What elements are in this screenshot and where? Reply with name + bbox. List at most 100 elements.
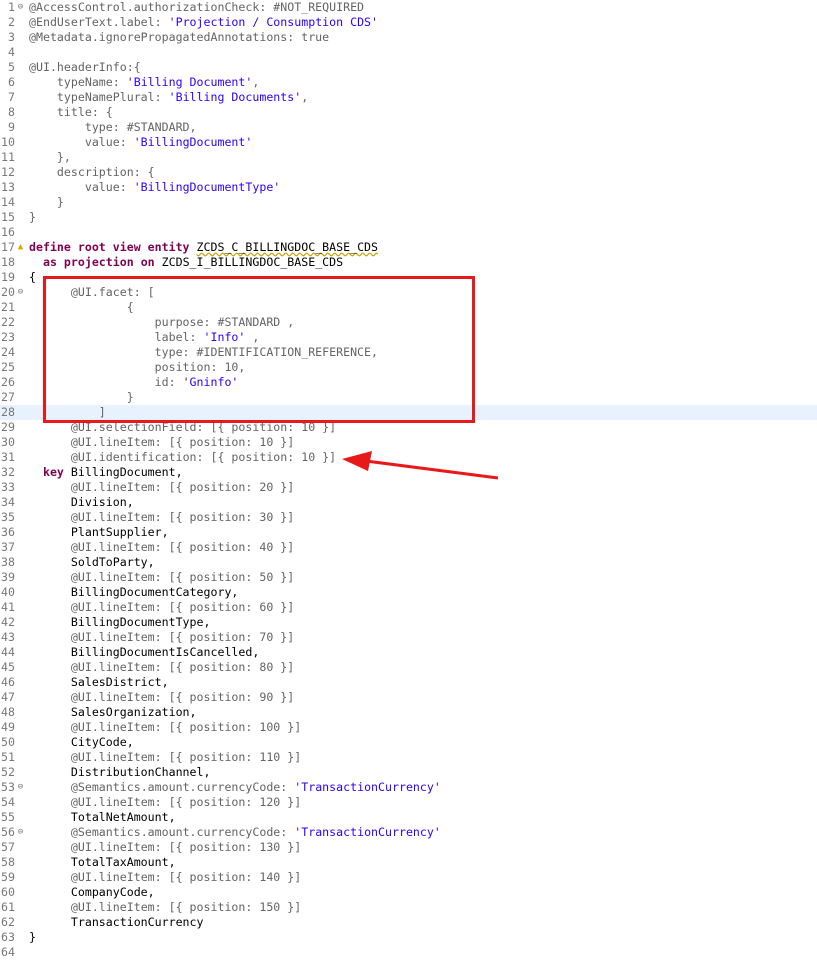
line-number: 5 — [8, 60, 15, 74]
line-number: 56 — [1, 825, 15, 839]
code-line[interactable]: 4 — [0, 45, 817, 60]
code-line[interactable]: 50 CityCode, — [0, 735, 817, 750]
code-line[interactable]: 51 @UI.lineItem: [{ position: 110 }] — [0, 750, 817, 765]
line-number: 61 — [1, 900, 15, 914]
code-line[interactable]: 11 }, — [0, 150, 817, 165]
code-line[interactable]: 8 title: { — [0, 105, 817, 120]
code-line[interactable]: 61 @UI.lineItem: [{ position: 150 }] — [0, 900, 817, 915]
code-line[interactable]: 10 value: 'BillingDocument' — [0, 135, 817, 150]
line-number: 50 — [1, 735, 15, 749]
code-line[interactable]: 14 } — [0, 195, 817, 210]
line-number: 14 — [1, 195, 15, 209]
code-text: BillingDocumentType, — [29, 615, 211, 629]
code-text: SoldToParty, — [29, 555, 155, 569]
code-text: @UI.lineItem: [{ position: 140 }] — [70, 870, 302, 884]
code-line[interactable]: 12 description: { — [0, 165, 817, 180]
fold-toggle-icon[interactable]: ⊖ — [15, 0, 26, 15]
code-line[interactable]: 6 typeName: 'Billing Document', — [0, 75, 817, 90]
code-line[interactable]: 16 — [0, 225, 817, 240]
code-line[interactable]: 53 ⊖ @Semantics.amount.currencyCode: 'Tra… — [0, 780, 817, 795]
code-line[interactable]: 22 purpose: #STANDARD , — [0, 315, 817, 330]
code-line[interactable]: 34 Division, — [0, 495, 817, 510]
code-text: @Semantics.amount.currencyCode: 'Transac… — [70, 780, 441, 794]
code-text: type: #IDENTIFICATION_REFERENCE, — [29, 345, 379, 359]
code-line[interactable]: 48 SalesOrganization, — [0, 705, 817, 720]
code-line[interactable]: 19 { — [0, 270, 817, 285]
code-line[interactable]: 9 type: #STANDARD, — [0, 120, 817, 135]
code-line[interactable]: 39 @UI.lineItem: [{ position: 50 }] — [0, 570, 817, 585]
code-line[interactable]: 25 position: 10, — [0, 360, 817, 375]
code-line[interactable]: 26 id: 'Gninfo' — [0, 375, 817, 390]
code-line[interactable]: 28 ] — [0, 405, 817, 420]
code-line[interactable]: 60 CompanyCode, — [0, 885, 817, 900]
code-line[interactable]: 13 value: 'BillingDocumentType' — [0, 180, 817, 195]
code-line[interactable]: 47 @UI.lineItem: [{ position: 90 }] — [0, 690, 817, 705]
line-number: 44 — [1, 645, 15, 659]
code-line[interactable]: 30 @UI.lineItem: [{ position: 10 }] — [0, 435, 817, 450]
code-line[interactable]: 24 type: #IDENTIFICATION_REFERENCE, — [0, 345, 817, 360]
code-line[interactable]: 62 TransactionCurrency — [0, 915, 817, 930]
line-number: 43 — [1, 630, 15, 644]
code-line[interactable]: 55 TotalNetAmount, — [0, 810, 817, 825]
code-text: @UI.lineItem: [{ position: 20 }] — [70, 480, 295, 494]
code-line[interactable]: 23 label: 'Info' , — [0, 330, 817, 345]
code-line[interactable]: 59 @UI.lineItem: [{ position: 140 }] — [0, 870, 817, 885]
code-line[interactable]: 40 BillingDocumentCategory, — [0, 585, 817, 600]
code-line[interactable]: 21 { — [0, 300, 817, 315]
code-line[interactable]: 29 @UI.selectionField: [{ position: 10 }… — [0, 420, 817, 435]
code-line[interactable]: 64 — [0, 945, 817, 960]
code-text: description: { — [29, 165, 155, 179]
code-line[interactable]: 1 ⊖ @AccessControl.authorizationCheck: #NO… — [0, 0, 817, 15]
code-line[interactable]: 54 @UI.lineItem: [{ position: 120 }] — [0, 795, 817, 810]
code-line[interactable]: 33 @UI.lineItem: [{ position: 20 }] — [0, 480, 817, 495]
code-text: typeNamePlural: 'Billing Documents', — [29, 90, 309, 104]
line-number: 11 — [1, 150, 15, 164]
fold-toggle-icon[interactable]: ⊖ — [15, 285, 26, 300]
line-number: 24 — [1, 345, 15, 359]
code-text: BillingDocumentCategory, — [29, 585, 239, 599]
code-line[interactable]: 42 BillingDocumentType, — [0, 615, 817, 630]
code-text: TotalTaxAmount, — [29, 855, 176, 869]
code-text: @UI.lineItem: [{ position: 110 }] — [70, 750, 302, 764]
code-line[interactable]: 49 @UI.lineItem: [{ position: 100 }] — [0, 720, 817, 735]
code-line[interactable]: 52 DistributionChannel, — [0, 765, 817, 780]
code-line[interactable]: 18 as projection on ZCDS_I_BILLINGDOC_BA… — [0, 255, 817, 270]
fold-toggle-icon[interactable]: ⊖ — [15, 780, 26, 795]
code-line[interactable]: 43 @UI.lineItem: [{ position: 70 }] — [0, 630, 817, 645]
line-number: 7 — [8, 90, 15, 104]
code-line[interactable]: 5 @UI.headerInfo:{ — [0, 60, 817, 75]
code-line[interactable]: 44 BillingDocumentIsCancelled, — [0, 645, 817, 660]
code-text: define root view entity ZCDS_C_BILLINGDO… — [29, 240, 379, 254]
code-line[interactable]: 45 @UI.lineItem: [{ position: 80 }] — [0, 660, 817, 675]
code-line[interactable]: 46 SalesDistrict, — [0, 675, 817, 690]
line-number: 41 — [1, 600, 15, 614]
fold-toggle-icon[interactable]: ⊖ — [15, 825, 26, 840]
code-line[interactable]: 56 ⊖ @Semantics.amount.currencyCode: 'Tra… — [0, 825, 817, 840]
code-line[interactable]: 27 } — [0, 390, 817, 405]
code-text: CompanyCode, — [29, 885, 155, 899]
code-text: value: 'BillingDocument' — [29, 135, 253, 149]
code-line[interactable]: 31 @UI.identification: [{ position: 10 }… — [0, 450, 817, 465]
code-text: @UI.lineItem: [{ position: 80 }] — [70, 660, 295, 674]
code-line[interactable]: 57 @UI.lineItem: [{ position: 130 }] — [0, 840, 817, 855]
line-number: 63 — [1, 930, 15, 944]
code-line[interactable]: 36 PlantSupplier, — [0, 525, 817, 540]
code-text: @UI.lineItem: [{ position: 30 }] — [70, 510, 295, 524]
code-line[interactable]: 2 @EndUserText.label: 'Projection / Consu… — [0, 15, 817, 30]
code-text: @EndUserText.label: 'Projection / Consum… — [29, 15, 379, 29]
code-line[interactable]: 37 @UI.lineItem: [{ position: 40 }] — [0, 540, 817, 555]
code-editor[interactable]: 1 ⊖ @AccessControl.authorizationCheck: #NO… — [0, 0, 817, 959]
code-line[interactable]: 35 @UI.lineItem: [{ position: 30 }] — [0, 510, 817, 525]
code-line[interactable]: 20 ⊖ @UI.facet: [ — [0, 285, 817, 300]
code-line[interactable]: 58 TotalTaxAmount, — [0, 855, 817, 870]
code-line[interactable]: 41 @UI.lineItem: [{ position: 60 }] — [0, 600, 817, 615]
line-number: 12 — [1, 165, 15, 179]
code-line[interactable]: 15} — [0, 210, 817, 225]
code-line[interactable]: 63} — [0, 930, 817, 945]
code-line[interactable]: 17 ▲ define root view entity ZCDS_C_BILLIN… — [0, 240, 817, 255]
code-text: { — [29, 300, 134, 314]
code-line[interactable]: 3 @Metadata.ignorePropagatedAnnotations: … — [0, 30, 817, 45]
code-line[interactable]: 38 SoldToParty, — [0, 555, 817, 570]
code-line[interactable]: 7 typeNamePlural: 'Billing Documents', — [0, 90, 817, 105]
code-line[interactable]: 32 key BillingDocument, — [0, 465, 817, 480]
